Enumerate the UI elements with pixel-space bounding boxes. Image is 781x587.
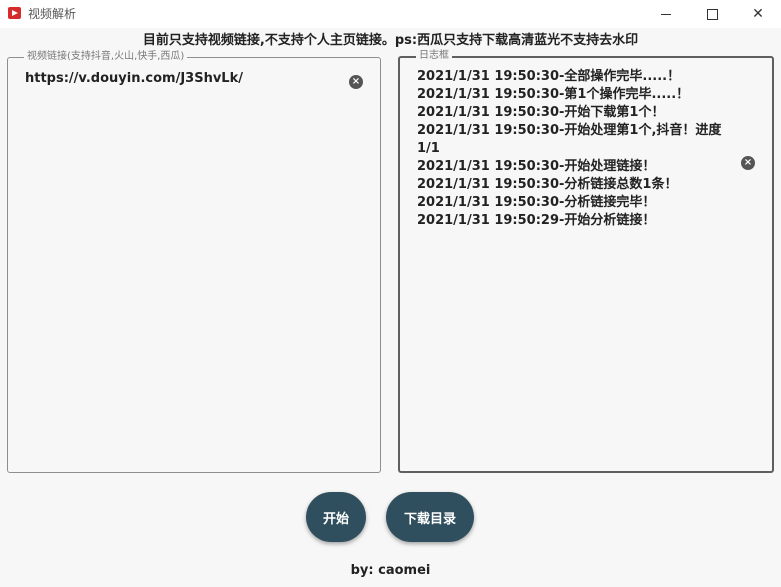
maximize-icon xyxy=(706,8,718,20)
app-window: 视频解析 ✕ 目前只支持视频链接,不支持个人主页链接。ps:西瓜只支持下载高清蓝… xyxy=(0,0,781,587)
clear-log-button[interactable]: × xyxy=(741,156,755,170)
log-line: 2021/1/31 19:50:30-分析链接总数1条！ xyxy=(417,177,678,192)
video-link-panel: 视频链接(支持抖音,火山,快手,西瓜) https://v.douyin.com… xyxy=(7,50,381,473)
log-panel: 日志框 2021/1/31 19:50:30-全部操作完毕.....！ 2021… xyxy=(398,49,774,473)
log-line: 2021/1/31 19:50:29-开始分析链接！ xyxy=(417,213,656,228)
maximize-button[interactable] xyxy=(689,0,735,28)
log-list[interactable]: 2021/1/31 19:50:30-全部操作完毕.....！ 2021/1/3… xyxy=(417,68,737,230)
support-notice: 目前只支持视频链接,不支持个人主页链接。ps:西瓜只支持下载高清蓝光不支持去水印 xyxy=(142,33,639,48)
download-directory-button[interactable]: 下载目录 xyxy=(386,492,474,542)
title-bar[interactable]: 视频解析 ✕ xyxy=(0,0,781,28)
log-legend: 日志框 xyxy=(416,49,452,63)
minimize-button[interactable] xyxy=(643,0,689,28)
close-icon: ✕ xyxy=(752,6,764,22)
log-line: 2021/1/31 19:50:30-第1个操作完毕.....！ xyxy=(417,87,690,102)
app-logo-icon xyxy=(8,7,21,19)
video-link-legend: 视频链接(支持抖音,火山,快手,西瓜) xyxy=(24,50,188,64)
minimize-icon xyxy=(661,13,671,15)
window-title: 视频解析 xyxy=(28,7,77,21)
log-line: 2021/1/31 19:50:30-分析链接完毕！ xyxy=(417,195,656,210)
log-line: 2021/1/31 19:50:30-全部操作完毕.....！ xyxy=(417,69,681,84)
log-line: 2021/1/31 19:50:30-开始处理链接！ xyxy=(417,159,656,174)
start-button[interactable]: 开始 xyxy=(306,492,366,542)
author-credit: by: caomei xyxy=(350,563,431,578)
video-link-input[interactable]: https://v.douyin.com/J3ShvLk/ xyxy=(25,71,243,86)
clear-link-button[interactable]: × xyxy=(349,75,363,89)
log-line: 2021/1/31 19:50:30-开始处理第1个,抖音！进度1/1 xyxy=(417,123,722,156)
log-line: 2021/1/31 19:50:30-开始下载第1个！ xyxy=(417,105,665,120)
close-button[interactable]: ✕ xyxy=(735,0,781,28)
